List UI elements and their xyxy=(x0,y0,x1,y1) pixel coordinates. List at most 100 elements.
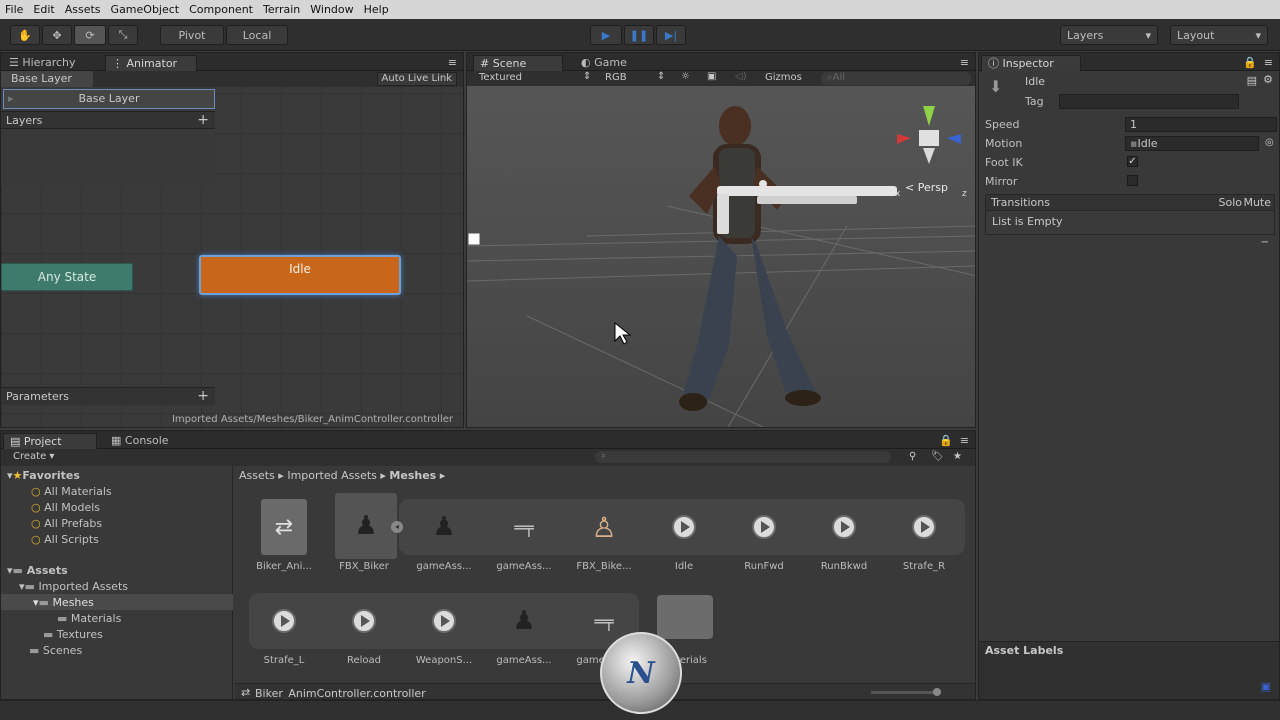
persp-label[interactable]: < Persp xyxy=(905,181,948,194)
pivot-toggle[interactable]: Pivot xyxy=(160,25,224,45)
tree-folder[interactable]: ▬ Materials xyxy=(57,612,121,625)
render-mode-dropdown[interactable]: Textured xyxy=(479,72,522,83)
favorite-star-icon[interactable]: ★ xyxy=(953,451,962,462)
color-mode-dropdown[interactable]: RGB xyxy=(605,72,627,83)
lock-icon[interactable]: 🔒 xyxy=(1243,56,1257,69)
panel-menu-icon[interactable]: ≡ xyxy=(1264,56,1273,69)
gizmo-axis-x: x xyxy=(895,189,901,199)
rotate-tool-button[interactable]: ⟳ xyxy=(74,25,106,45)
layout-dropdown[interactable]: Layout ▾ xyxy=(1170,25,1268,45)
any-state-node[interactable]: Any State xyxy=(1,263,133,291)
asset-thumb[interactable]: ⇄ xyxy=(261,499,307,555)
list-icon: ☰ xyxy=(9,56,23,69)
tree-assets[interactable]: ▾▬ Assets xyxy=(7,564,68,577)
panel-menu-icon[interactable]: ≡ xyxy=(448,56,457,69)
tab-hierarchy[interactable]: ☰ Hierarchy xyxy=(3,55,82,71)
mirror-checkbox[interactable] xyxy=(1127,175,1138,186)
tree-folder[interactable]: ▾▬ Imported Assets xyxy=(19,580,128,593)
settings-icon[interactable]: ▤ xyxy=(1247,74,1257,87)
asset-thumb[interactable]: ═╤ xyxy=(501,499,547,555)
asset-thumb[interactable] xyxy=(821,499,867,555)
asset-thumb[interactable] xyxy=(261,593,307,649)
lighting-icon[interactable]: ☼ xyxy=(681,71,690,82)
gizmos-dropdown[interactable]: Gizmos xyxy=(765,72,802,83)
tree-fav-item[interactable]: ○ All Prefabs xyxy=(31,517,102,530)
state-name-field[interactable]: Idle xyxy=(1025,75,1235,91)
menu-help[interactable]: Help xyxy=(359,3,394,16)
add-layer-icon[interactable]: + xyxy=(197,112,209,128)
breadcrumb[interactable]: Base Layer xyxy=(1,71,93,87)
panel-menu-icon[interactable]: ≡ xyxy=(960,56,969,69)
asset-thumb[interactable] xyxy=(661,499,707,555)
breadcrumb-item[interactable]: Assets xyxy=(239,469,275,482)
image-icon[interactable]: ▣ xyxy=(707,71,716,82)
lock-icon[interactable]: 🔒 xyxy=(939,434,953,447)
scale-tool-button[interactable]: ⤡ xyxy=(108,25,138,45)
asset-thumb[interactable]: ♙ xyxy=(581,499,627,555)
move-tool-button[interactable]: ✥ xyxy=(42,25,72,45)
list-empty-text: List is Empty xyxy=(992,215,1063,228)
auto-live-link-button[interactable]: Auto Live Link xyxy=(376,72,457,86)
speed-field[interactable]: 1 xyxy=(1125,117,1277,132)
menu-window[interactable]: Window xyxy=(305,3,358,16)
tag-field[interactable] xyxy=(1059,94,1239,109)
hand-tool-button[interactable]: ✋ xyxy=(10,25,40,45)
motion-field[interactable]: ▪Idle xyxy=(1125,136,1259,151)
project-search-input[interactable]: ⌕ xyxy=(595,451,891,463)
step-button[interactable]: ▶| xyxy=(656,25,686,45)
idle-state-node[interactable]: Idle xyxy=(199,255,401,295)
thumbnail-size-slider[interactable] xyxy=(871,691,941,694)
breadcrumb-item[interactable]: Imported Assets xyxy=(287,469,377,482)
local-toggle[interactable]: Local xyxy=(226,25,288,45)
breadcrumb-item[interactable]: Meshes xyxy=(389,469,436,482)
layer-row-base[interactable]: ▸ Base Layer xyxy=(3,89,215,109)
menu-assets[interactable]: Assets xyxy=(60,3,106,16)
menu-terrain[interactable]: Terrain xyxy=(258,3,305,16)
tab-console[interactable]: ▦ Console xyxy=(105,433,175,449)
asset-thumb[interactable] xyxy=(341,593,387,649)
play-button[interactable]: ▶ xyxy=(590,25,622,45)
tree-folder-selected[interactable]: ▾▬ Meshes xyxy=(33,596,94,609)
asset-thumb[interactable] xyxy=(901,499,947,555)
panel-menu-icon[interactable]: ≡ xyxy=(960,434,969,447)
create-dropdown[interactable]: Create ▾ xyxy=(13,451,54,462)
tab-inspector[interactable]: ⓘ Inspector xyxy=(981,55,1081,71)
asset-thumb[interactable] xyxy=(421,593,467,649)
asset-name: Strafe_R xyxy=(902,561,946,572)
foot-ik-checkbox[interactable]: ✓ xyxy=(1127,156,1138,167)
gear-icon[interactable]: ⚙ xyxy=(1263,73,1273,86)
asset-thumb[interactable]: ♟ xyxy=(421,499,467,555)
tree-folder[interactable]: ▬ Textures xyxy=(43,628,103,641)
tree-folder[interactable]: ▬ Scenes xyxy=(29,644,82,657)
collapse-model-icon[interactable]: ◂ xyxy=(391,521,403,533)
audio-icon[interactable]: ◁) xyxy=(735,71,747,82)
scene-viewport[interactable] xyxy=(467,86,976,428)
menu-component[interactable]: Component xyxy=(184,3,258,16)
asset-thumb[interactable]: ♟ xyxy=(335,493,397,559)
scene-search-input[interactable]: ⌕All xyxy=(821,72,971,85)
slider-handle[interactable] xyxy=(933,688,941,696)
object-picker-icon[interactable]: ◎ xyxy=(1265,137,1274,148)
tab-animator[interactable]: ⋮ Animator xyxy=(105,55,197,71)
tree-fav-item[interactable]: ○ All Materials xyxy=(31,485,112,498)
labels-icon[interactable]: ▣ xyxy=(1261,680,1271,693)
menu-gameobject[interactable]: GameObject xyxy=(106,3,185,16)
filter-label-icon[interactable]: 🏷 xyxy=(931,451,944,462)
game-icon: ◐ xyxy=(581,56,591,69)
menu-file[interactable]: File xyxy=(0,3,28,16)
tab-project[interactable]: ▤ Project xyxy=(3,433,97,449)
menu-edit[interactable]: Edit xyxy=(28,3,59,16)
tree-favorites[interactable]: ▾★Favorites xyxy=(7,469,80,482)
add-parameter-icon[interactable]: + xyxy=(197,388,209,404)
tab-scene[interactable]: # Scene xyxy=(473,55,563,71)
tree-fav-item[interactable]: ○ All Models xyxy=(31,501,100,514)
asset-thumb[interactable] xyxy=(741,499,787,555)
tree-fav-item[interactable]: ○ All Scripts xyxy=(31,533,99,546)
filter-type-icon[interactable]: ⚲ xyxy=(909,451,916,462)
pause-button[interactable]: ❚❚ xyxy=(624,25,654,45)
asset-thumb[interactable]: ♟ xyxy=(501,593,547,649)
remove-transition-icon[interactable]: − xyxy=(1261,237,1269,248)
tab-game[interactable]: ◐ Game xyxy=(575,55,633,71)
folder-thumb[interactable] xyxy=(657,595,713,639)
layers-dropdown[interactable]: Layers ▾ xyxy=(1060,25,1158,45)
